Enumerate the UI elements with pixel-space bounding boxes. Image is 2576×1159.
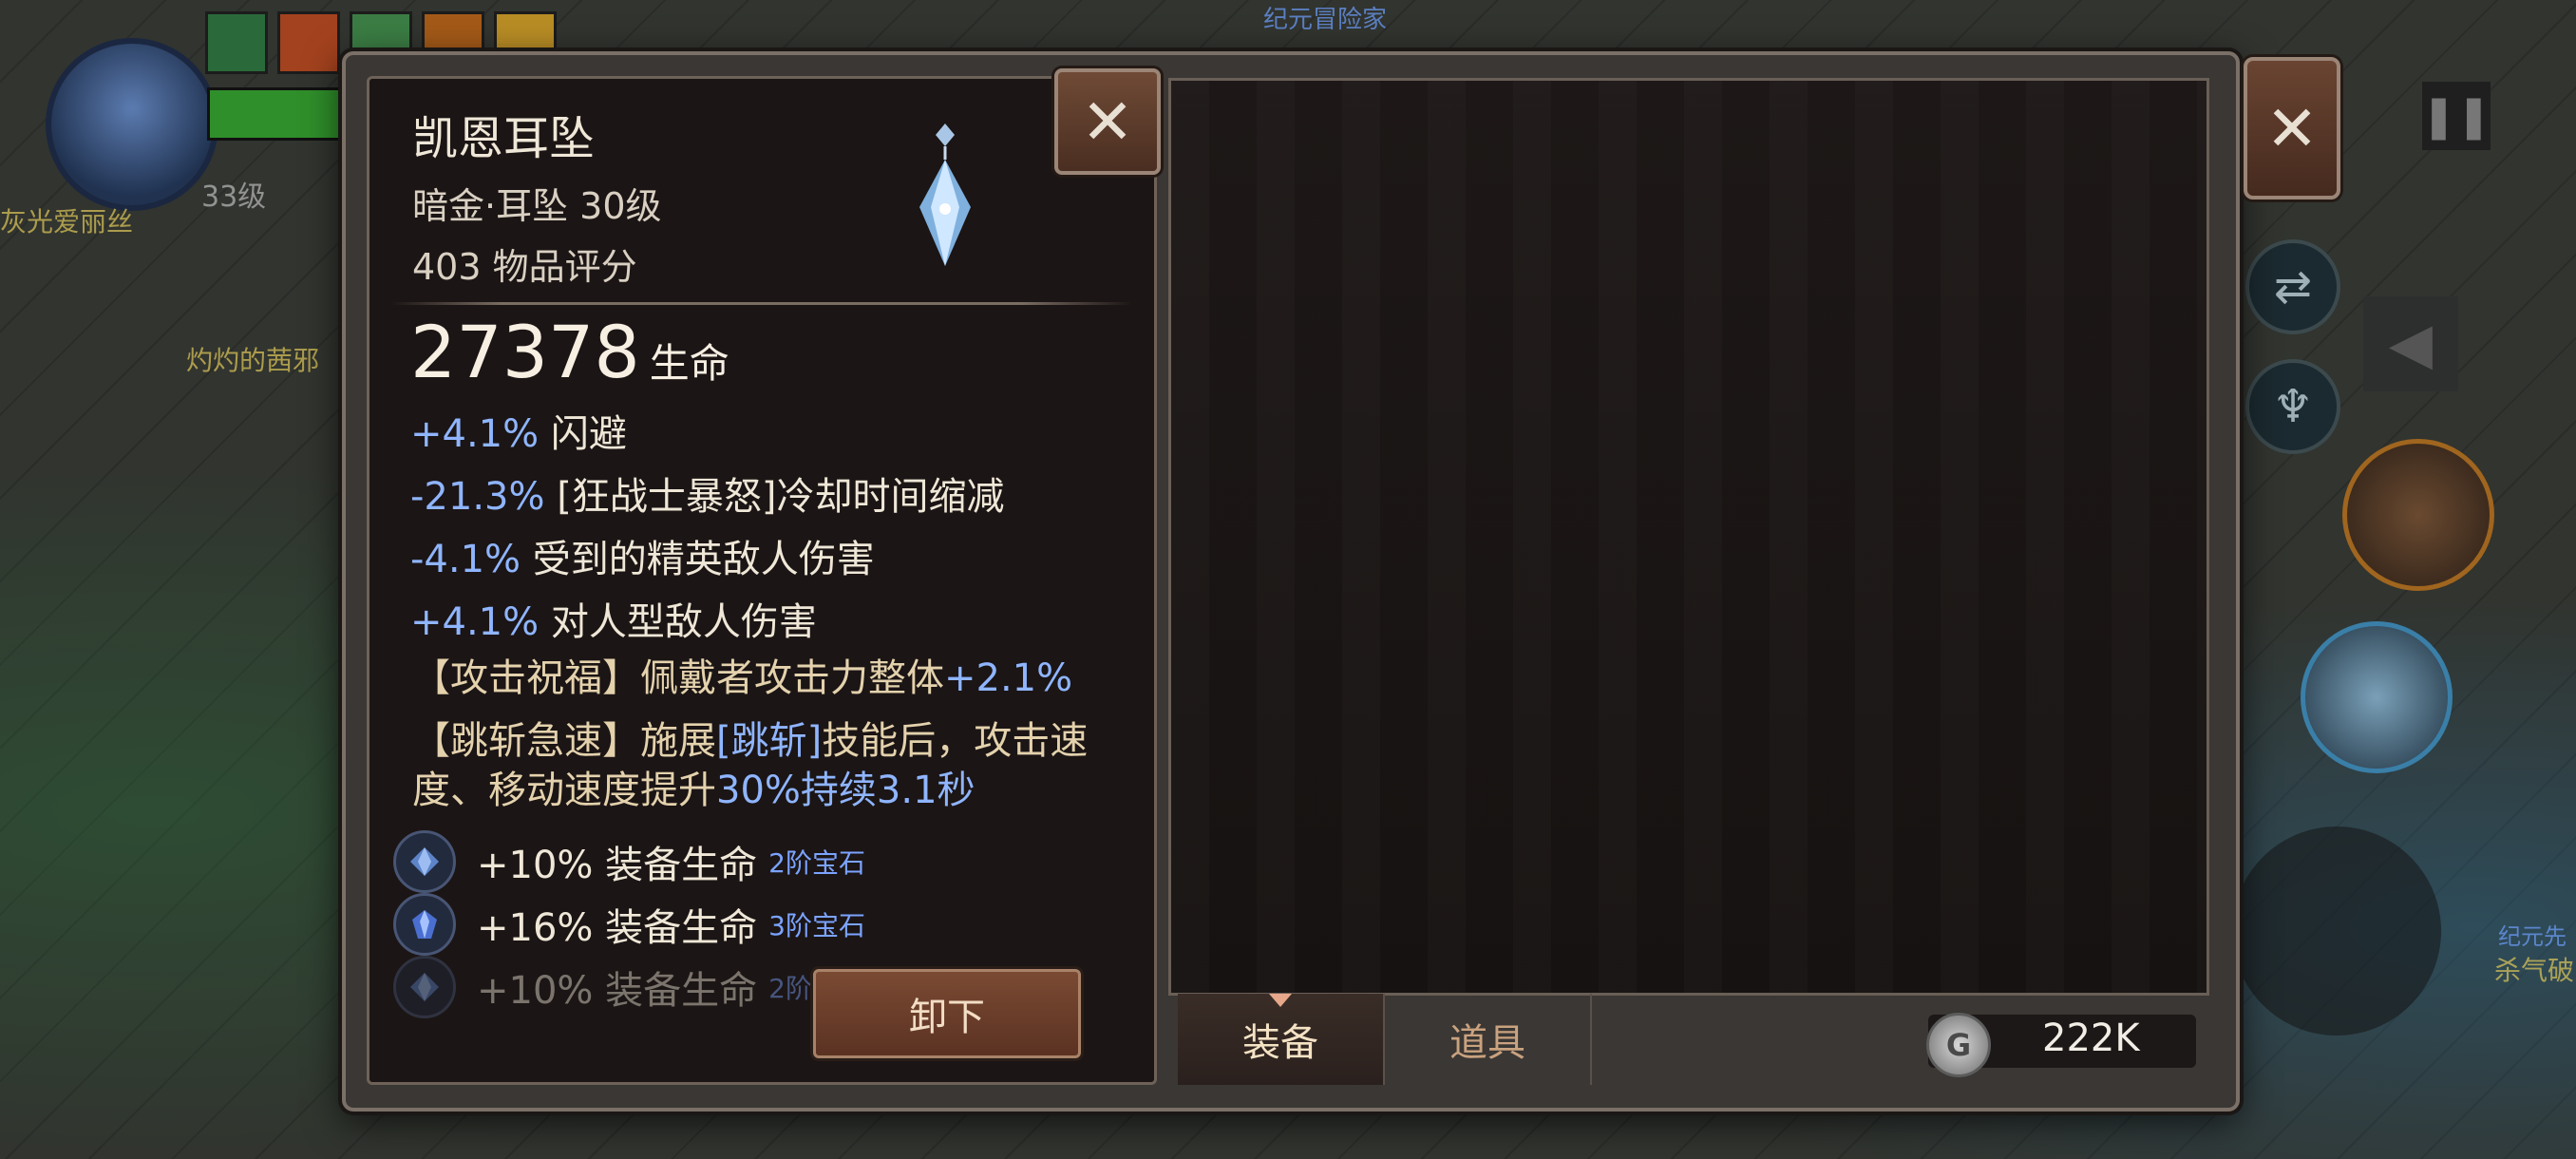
collapse-button[interactable]: ◀ [2363,296,2458,391]
npc-name: 灼灼的茜邪 [186,345,320,376]
affix-label: 闪避 [550,412,627,456]
attack-button[interactable] [2232,826,2441,1036]
pause-button[interactable]: ❚❚ [2421,82,2491,150]
affix-row: +4.1% 闪避 [410,403,627,458]
inventory-grid[interactable] [1168,78,2209,996]
affix-value: +4.1% [410,600,540,644]
unequip-button[interactable]: 卸下 [813,969,1081,1058]
gem-bonus: +10% 装备生命 [477,969,758,1013]
skill-button-1[interactable] [2342,439,2494,591]
swap-button[interactable]: ⇄ [2245,239,2340,334]
tooltip-divider [391,302,1132,305]
blessing-leap: 【跳斩急速】施展[跳斩]技能后，攻击速度、移动速度提升30%持续3.1秒 [412,716,1144,815]
gem-icon [393,830,456,893]
player-hp-bar [207,87,355,141]
affix-value: -4.1% [410,538,521,581]
gem-socket-row: +10% 装备生命 2阶宝石 [393,956,865,1018]
item-rarity-level: 暗金·耳坠 30级 [412,185,662,227]
affix-value: -21.3% [410,475,545,519]
earring-icon [919,124,971,266]
blessing-title: 【攻击祝福】 [412,656,640,700]
tab-items[interactable]: 道具 [1385,994,1592,1085]
blessing-value: 30%持续3.1秒 [716,769,975,812]
swap-icon: ⇄ [2273,260,2313,314]
gem-bonus: +16% 装备生命 [477,906,758,950]
blessing-skill: [跳斩] [716,719,823,763]
gem-icon [393,956,456,1018]
blessing-text: 施展 [640,719,716,763]
item-name: 凯恩耳坠 [412,112,596,165]
buff-slot-1[interactable] [205,11,268,74]
blessing-value: +2.1% [944,656,1073,700]
main-stat-value: 27378 [410,310,640,394]
blessing-text: 佩戴者攻击力整体 [640,656,944,700]
close-icon: ✕ [1081,85,1134,159]
gem-tier: 2阶宝石 [768,847,865,879]
currency-value: 222K [2042,1016,2140,1060]
triangle-left-icon: ◀ [2388,311,2434,377]
tab-equipment[interactable]: 装备 [1178,994,1385,1085]
main-stat-label: 生命 [649,340,729,387]
close-tooltip-button[interactable]: ✕ [1054,68,1161,175]
cleanup-button[interactable]: ♆ [2245,359,2340,454]
affix-row: -4.1% 受到的精英敌人伤害 [410,528,875,583]
blessing-title: 【跳斩急速】 [412,719,640,763]
gem-bonus: +10% 装备生命 [477,844,758,887]
player-name: 灰光爱丽丝 [0,206,134,238]
affix-row: +4.1% 对人型敌人伤害 [410,591,817,646]
affix-row: -21.3% [狂战士暴怒]冷却时间缩减 [410,466,1004,521]
gold-coin-icon: G [1926,1013,1991,1077]
player-avatar[interactable] [46,38,218,211]
gem-socket-row: +10% 装备生命 2阶宝石 [393,830,865,893]
buff-slot-2[interactable] [277,11,340,74]
item-score: 403 物品评分 [412,246,637,288]
close-panel-button[interactable]: ✕ [2244,57,2340,200]
affix-label: 对人型敌人伤害 [550,600,817,644]
npc-title-right: 纪元先 [2498,923,2567,950]
npc-title: 纪元冒险家 [1263,6,1388,34]
blessing-attack: 【攻击祝福】佩戴者攻击力整体+2.1% [412,654,1144,703]
npc-name-right: 杀气破 [2494,955,2575,986]
skill-button-2[interactable] [2301,621,2453,773]
pause-icon: ❚❚ [2421,91,2491,141]
affix-value: +4.1% [410,412,540,456]
broom-icon: ♆ [2272,380,2314,433]
gem-icon [393,893,456,956]
affix-label: 受到的精英敌人伤害 [532,538,875,581]
affix-label: [狂战士暴怒]冷却时间缩减 [557,475,1005,519]
gem-tier: 3阶宝石 [768,910,865,941]
player-level: 33级 [201,180,267,214]
main-stat: 27378 生命 [410,310,729,394]
gem-socket-row: +16% 装备生命 3阶宝石 [393,893,865,956]
close-icon: ✕ [2265,91,2319,165]
